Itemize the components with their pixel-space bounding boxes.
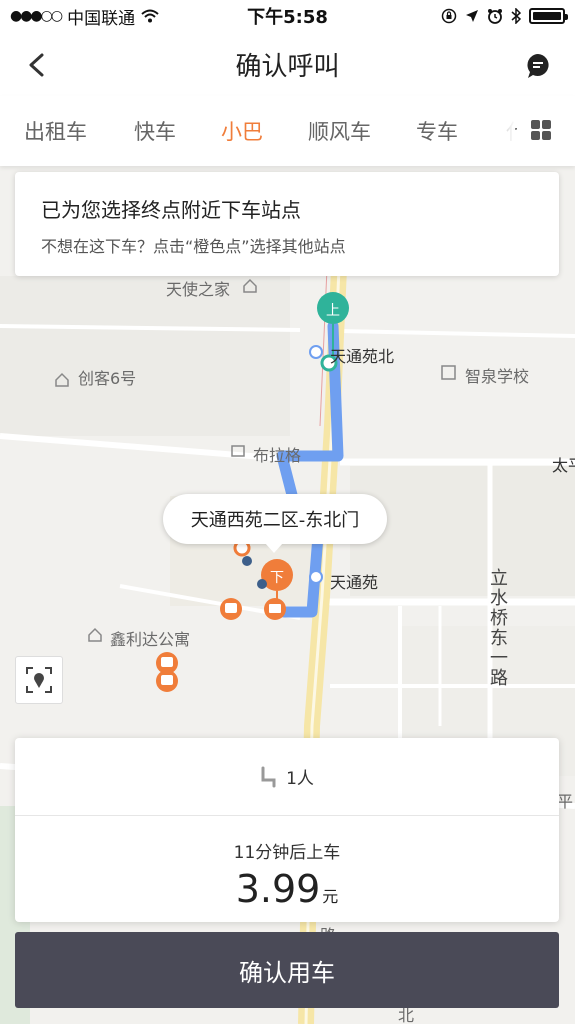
- tab-taxi[interactable]: 出租车: [24, 116, 87, 146]
- grid-icon: [531, 120, 551, 140]
- message-button[interactable]: [525, 52, 551, 80]
- seat-selector[interactable]: 1人: [15, 738, 559, 816]
- map-label-bulage: 布拉格: [253, 446, 302, 465]
- map-label-tianshi: 天使之家: [166, 280, 231, 299]
- pickup-eta: 11分钟后上车: [233, 843, 341, 863]
- status-time: 下午5:58: [247, 7, 328, 28]
- price-unit: 元: [322, 887, 339, 906]
- map-label-tiantong-north: 天通苑北: [330, 347, 395, 366]
- map-label-ping: 平: [557, 792, 574, 811]
- price-value: 3.99: [235, 867, 321, 911]
- dropoff-station-callout[interactable]: 天通西苑二区-东北门: [163, 494, 387, 553]
- status-bar: ●●●○○ 中国联通 下午5:58: [0, 0, 575, 32]
- signal-strength-icon: ●●●○○: [10, 8, 63, 24]
- price-display: 3.99 元: [15, 867, 559, 911]
- tab-express[interactable]: 快车: [134, 116, 176, 146]
- map-label-tai: 太平: [552, 456, 575, 475]
- carrier-name: 中国联通: [67, 8, 136, 29]
- confirm-ride-button[interactable]: 确认用车: [15, 932, 559, 1008]
- station-hint-card: 已为您选择终点附近下车站点 不想在这下车？点击“橙色点”选择其他站点: [15, 172, 559, 276]
- chat-bubble-icon: [527, 54, 549, 78]
- service-tabs: 出租车 快车 小巴 顺风车 专车 代: [0, 96, 575, 166]
- page-title: 确认呼叫: [235, 52, 340, 82]
- dropoff-marker[interactable]: 下: [269, 567, 285, 587]
- app-screen: 天使之家 天通苑北 创客6号 智泉学校 布拉格 天通苑 鑫利达公寓 立水桥东一路…: [0, 0, 575, 1024]
- tab-minibus[interactable]: 小巴: [221, 116, 263, 146]
- map-label-tiantong: 天通苑: [330, 573, 379, 592]
- seat-count: 1人: [286, 769, 314, 789]
- locate-me-button[interactable]: [15, 656, 63, 704]
- locate-icon: [26, 667, 52, 693]
- tab-premier[interactable]: 专车: [416, 116, 458, 146]
- pickup-marker[interactable]: 上: [325, 300, 341, 320]
- ride-info-panel: 1人 11分钟后上车 3.99 元: [15, 738, 559, 922]
- more-services-button[interactable]: [517, 110, 565, 150]
- hint-subtitle: 不想在这下车？点击“橙色点”选择其他站点: [41, 237, 346, 256]
- seat-icon: [261, 766, 276, 787]
- tab-carpool[interactable]: 顺风车: [308, 116, 371, 146]
- battery-icon: [529, 8, 568, 24]
- hint-title: 已为您选择终点附近下车站点: [41, 198, 301, 222]
- tabs-fade: [475, 96, 515, 166]
- location-arrow-icon: [466, 10, 478, 22]
- map-label-zhiquan: 智泉学校: [465, 367, 530, 386]
- map-label-xinlida: 鑫利达公寓: [110, 630, 191, 649]
- map-label-lishuiqiao: 立水桥东一路: [487, 568, 508, 688]
- bluetooth-icon: [511, 8, 521, 24]
- rotation-lock-icon: [441, 8, 457, 24]
- map-label-chuangke: 创客6号: [78, 369, 137, 388]
- alarm-icon: [488, 9, 502, 24]
- nav-bar: 确认呼叫: [0, 32, 575, 96]
- wifi-icon: [141, 9, 159, 23]
